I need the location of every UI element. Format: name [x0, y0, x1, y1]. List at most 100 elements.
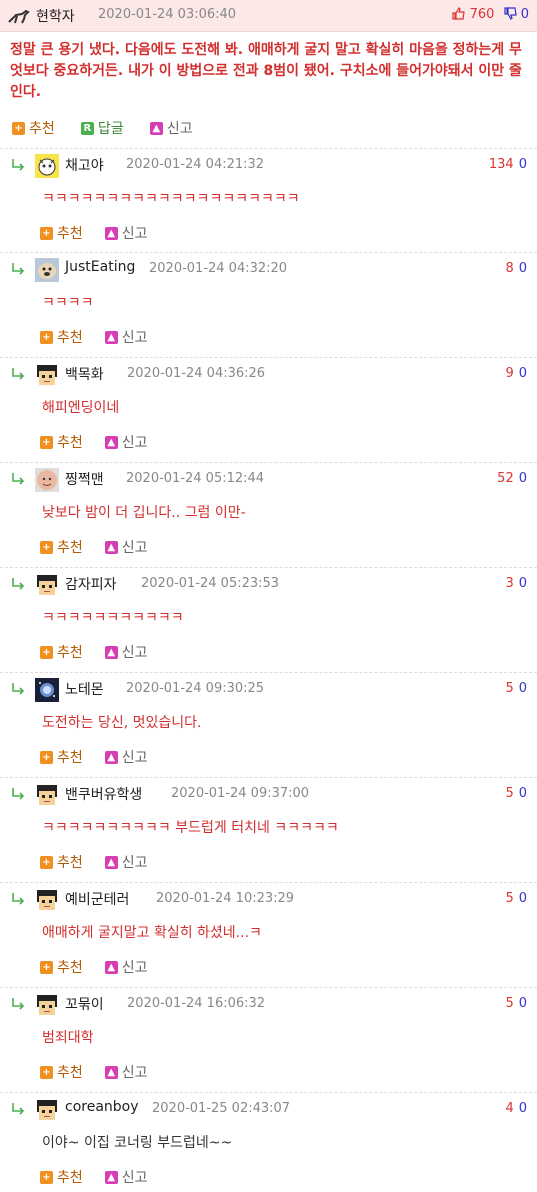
comment-nickname[interactable]: coreanboy — [65, 1099, 139, 1115]
comment-nickname[interactable]: JustEating — [65, 259, 135, 275]
pixel-person-avatar[interactable] — [35, 1098, 59, 1122]
comment-actions: + 추천 ▲ 신고 — [40, 537, 170, 557]
author-nickname[interactable]: 현학자 — [36, 6, 75, 26]
siren-icon: ▲ — [104, 855, 118, 869]
post-date: 2020-01-24 03:06:40 — [98, 7, 237, 22]
face-avatar[interactable] — [35, 468, 59, 492]
comment-item: coreanboy 2020-01-25 02:43:07 4 0 이야~ 이집 코너링… — [0, 1092, 537, 1192]
comment-votes: 50 — [505, 786, 527, 801]
comment-body: ㅋㅋㅋㅋㅋㅋㅋㅋㅋㅋㅋ — [42, 610, 184, 626]
upvote-count[interactable]: 134 — [489, 157, 514, 172]
siren-icon: ▲ — [104, 645, 118, 659]
report-button[interactable]: ▲ 신고 — [104, 852, 148, 872]
comment-nickname[interactable]: 예비군테러 — [65, 889, 129, 909]
downvote-count[interactable]: 0 — [519, 891, 527, 906]
comment-body: 범죄대학 — [42, 1030, 94, 1046]
plus-icon: + — [40, 960, 53, 974]
downvote-count[interactable]: 0 — [519, 157, 527, 172]
galaxy-avatar[interactable] — [35, 678, 59, 702]
report-button[interactable]: ▲ 신고 — [149, 118, 193, 138]
comment-item: 감자피자 2020-01-24 05:23:53 3 0 ㅋㅋㅋㅋㅋㅋㅋㅋㅋㅋㅋ + 추천 ▲… — [0, 567, 537, 672]
report-button[interactable]: ▲ 신고 — [104, 642, 148, 662]
recommend-button[interactable]: + 추천 — [40, 223, 83, 243]
cat-avatar[interactable] — [35, 154, 59, 178]
recommend-label: 추천 — [57, 330, 83, 346]
recommend-label: 추천 — [57, 645, 83, 661]
comment-body: ㅋㅋㅋㅋㅋㅋㅋㅋㅋㅋ 부드럽게 터치네 ㅋㅋㅋㅋㅋ — [42, 820, 339, 836]
report-button[interactable]: ▲ 신고 — [104, 327, 148, 347]
report-button[interactable]: ▲ 신고 — [104, 957, 148, 977]
recommend-button[interactable]: + 추천 — [40, 1062, 83, 1082]
recommend-button[interactable]: + 추천 — [12, 118, 55, 138]
downvote-count[interactable]: 0 — [519, 1101, 527, 1116]
comment-date: 2020-01-24 04:32:20 — [149, 261, 288, 276]
comment-nickname[interactable]: 채고야 — [65, 155, 104, 175]
pixel-person-avatar[interactable] — [35, 888, 59, 912]
dog-avatar[interactable] — [35, 258, 59, 282]
siren-icon: ▲ — [104, 1170, 118, 1184]
upvote-count[interactable]: 5 — [505, 891, 513, 906]
plus-icon: + — [40, 1065, 53, 1079]
downvote-count[interactable]: 0 — [519, 471, 527, 486]
report-button[interactable]: ▲ 신고 — [104, 1062, 148, 1082]
recommend-button[interactable]: + 추천 — [40, 327, 83, 347]
comment-date: 2020-01-24 09:30:25 — [126, 681, 265, 696]
plus-icon: + — [40, 645, 53, 659]
report-label: 신고 — [121, 330, 148, 346]
downvote-count[interactable]: 0 — [519, 261, 527, 276]
report-label: 신고 — [121, 226, 148, 242]
upvote-count[interactable]: 5 — [505, 996, 513, 1011]
comment-nickname[interactable]: 백목화 — [65, 364, 104, 384]
comment-actions: + 추천 ▲ 신고 — [40, 1167, 170, 1187]
reply-arrow-icon — [12, 1103, 25, 1115]
upvote-count[interactable]: 5 — [505, 786, 513, 801]
thumbs-down-icon[interactable] — [503, 7, 521, 22]
recommend-button[interactable]: + 추천 — [40, 1167, 83, 1187]
comment-nickname[interactable]: 감자피자 — [65, 574, 117, 594]
recommend-button[interactable]: + 추천 — [40, 642, 83, 662]
downvote-count[interactable]: 0 — [519, 576, 527, 591]
pixel-person-avatar[interactable] — [35, 363, 59, 387]
recommend-button[interactable]: + 추천 — [40, 957, 83, 977]
recommend-button[interactable]: + 추천 — [40, 537, 83, 557]
comment-votes: 30 — [505, 576, 527, 591]
downvote-count[interactable]: 0 — [519, 681, 527, 696]
report-button[interactable]: ▲ 신고 — [104, 223, 148, 243]
upvote-count[interactable]: 4 — [505, 1101, 513, 1116]
comment-nickname[interactable]: 밴쿠버유학생 — [65, 784, 142, 804]
downvote-count[interactable]: 0 — [519, 786, 527, 801]
report-button[interactable]: ▲ 신고 — [104, 1167, 148, 1187]
siren-icon: ▲ — [104, 435, 118, 449]
upvote-count[interactable]: 52 — [497, 471, 514, 486]
report-label: 신고 — [121, 645, 148, 661]
siren-icon: ▲ — [149, 121, 163, 135]
report-button[interactable]: ▲ 신고 — [104, 537, 148, 557]
upvote-count[interactable]: 9 — [505, 366, 513, 381]
comment-actions: + 추천 ▲ 신고 — [40, 957, 170, 977]
comment-item: 꼬묶이 2020-01-24 16:06:32 5 0 범죄대학 + 추천 ▲ 신고 — [0, 987, 537, 1092]
report-button[interactable]: ▲ 신고 — [104, 432, 148, 452]
thumbs-up-icon[interactable] — [452, 7, 469, 22]
pixel-person-avatar[interactable] — [35, 783, 59, 807]
pixel-person-avatar[interactable] — [35, 993, 59, 1017]
upvote-count[interactable]: 5 — [505, 681, 513, 696]
comment-nickname[interactable]: 노테몬 — [65, 679, 104, 699]
recommend-button[interactable]: + 추천 — [40, 432, 83, 452]
recommend-button[interactable]: + 추천 — [40, 747, 83, 767]
comment-date: 2020-01-24 05:12:44 — [126, 471, 265, 486]
walking-animal-icon[interactable] — [8, 8, 30, 24]
comment-nickname[interactable]: 찡쩍맨 — [65, 469, 104, 489]
report-button[interactable]: ▲ 신고 — [104, 747, 148, 767]
reply-button[interactable]: R 답글 — [80, 118, 124, 138]
upvote-count[interactable]: 3 — [505, 576, 513, 591]
downvote-count[interactable]: 0 — [519, 996, 527, 1011]
siren-icon: ▲ — [104, 330, 118, 344]
pixel-person-avatar[interactable] — [35, 573, 59, 597]
siren-icon: ▲ — [104, 960, 118, 974]
reply-icon: R — [80, 121, 94, 135]
comment-votes: 90 — [505, 366, 527, 381]
downvote-count[interactable]: 0 — [519, 366, 527, 381]
upvote-count[interactable]: 8 — [505, 261, 513, 276]
recommend-button[interactable]: + 추천 — [40, 852, 83, 872]
comment-nickname[interactable]: 꼬묶이 — [65, 994, 104, 1014]
